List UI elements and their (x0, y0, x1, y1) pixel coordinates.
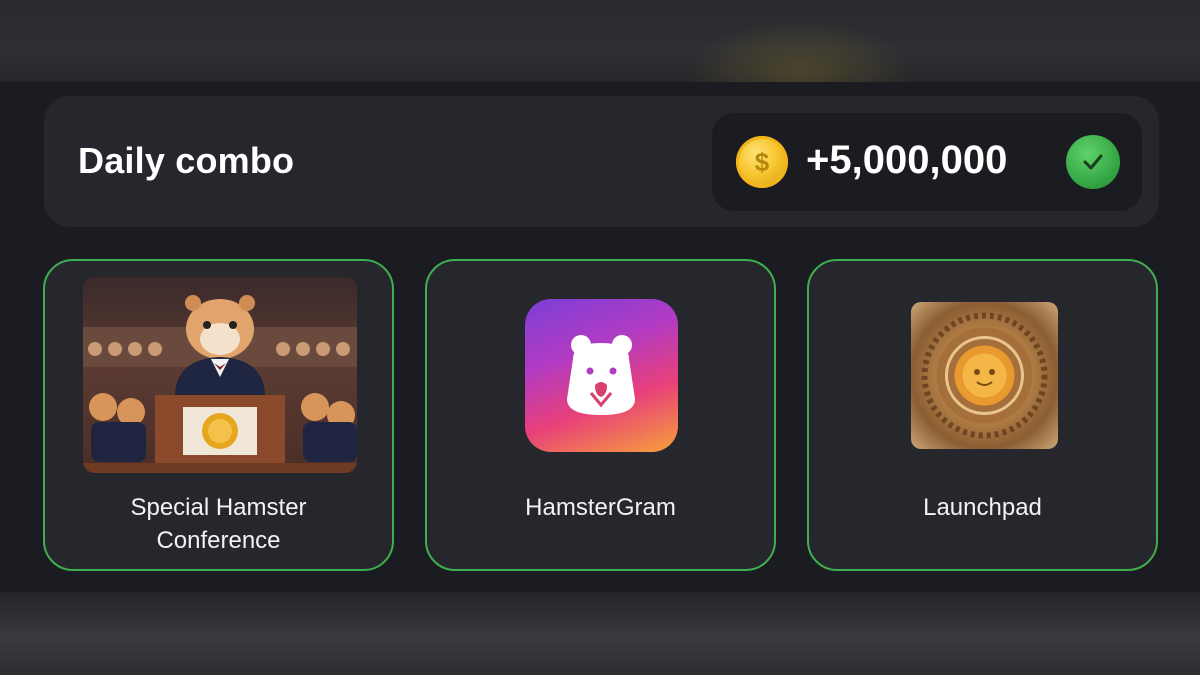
card-label-line1: Launchpad (923, 494, 1042, 521)
background-blur-top (0, 0, 1200, 82)
launchpad-coin-image (911, 302, 1058, 449)
daily-combo-title: Daily combo (78, 140, 295, 181)
card-label-line1: Special Hamster (130, 494, 307, 521)
reward-amount: +5,000,000 (806, 138, 1008, 182)
background-blur-bottom (0, 592, 1200, 675)
coin-icon: $ (736, 136, 788, 188)
combo-card-launchpad[interactable]: Launchpad (807, 259, 1158, 571)
card-label: Special Hamster Conference (45, 491, 392, 557)
card-label-line1: HamsterGram (525, 494, 676, 521)
coin-symbol: $ (754, 147, 770, 177)
combo-card-hamstergram[interactable]: HamsterGram (425, 259, 776, 571)
combo-card-special-hamster-conference[interactable]: Special Hamster Conference (43, 259, 394, 571)
card-label-line2: Conference (156, 527, 281, 554)
hamstergram-app-icon (525, 299, 678, 452)
check-icon (1066, 135, 1120, 189)
card-label: Launchpad (809, 491, 1156, 524)
card-label: HamsterGram (427, 491, 774, 524)
hamster-conference-image (83, 277, 357, 473)
